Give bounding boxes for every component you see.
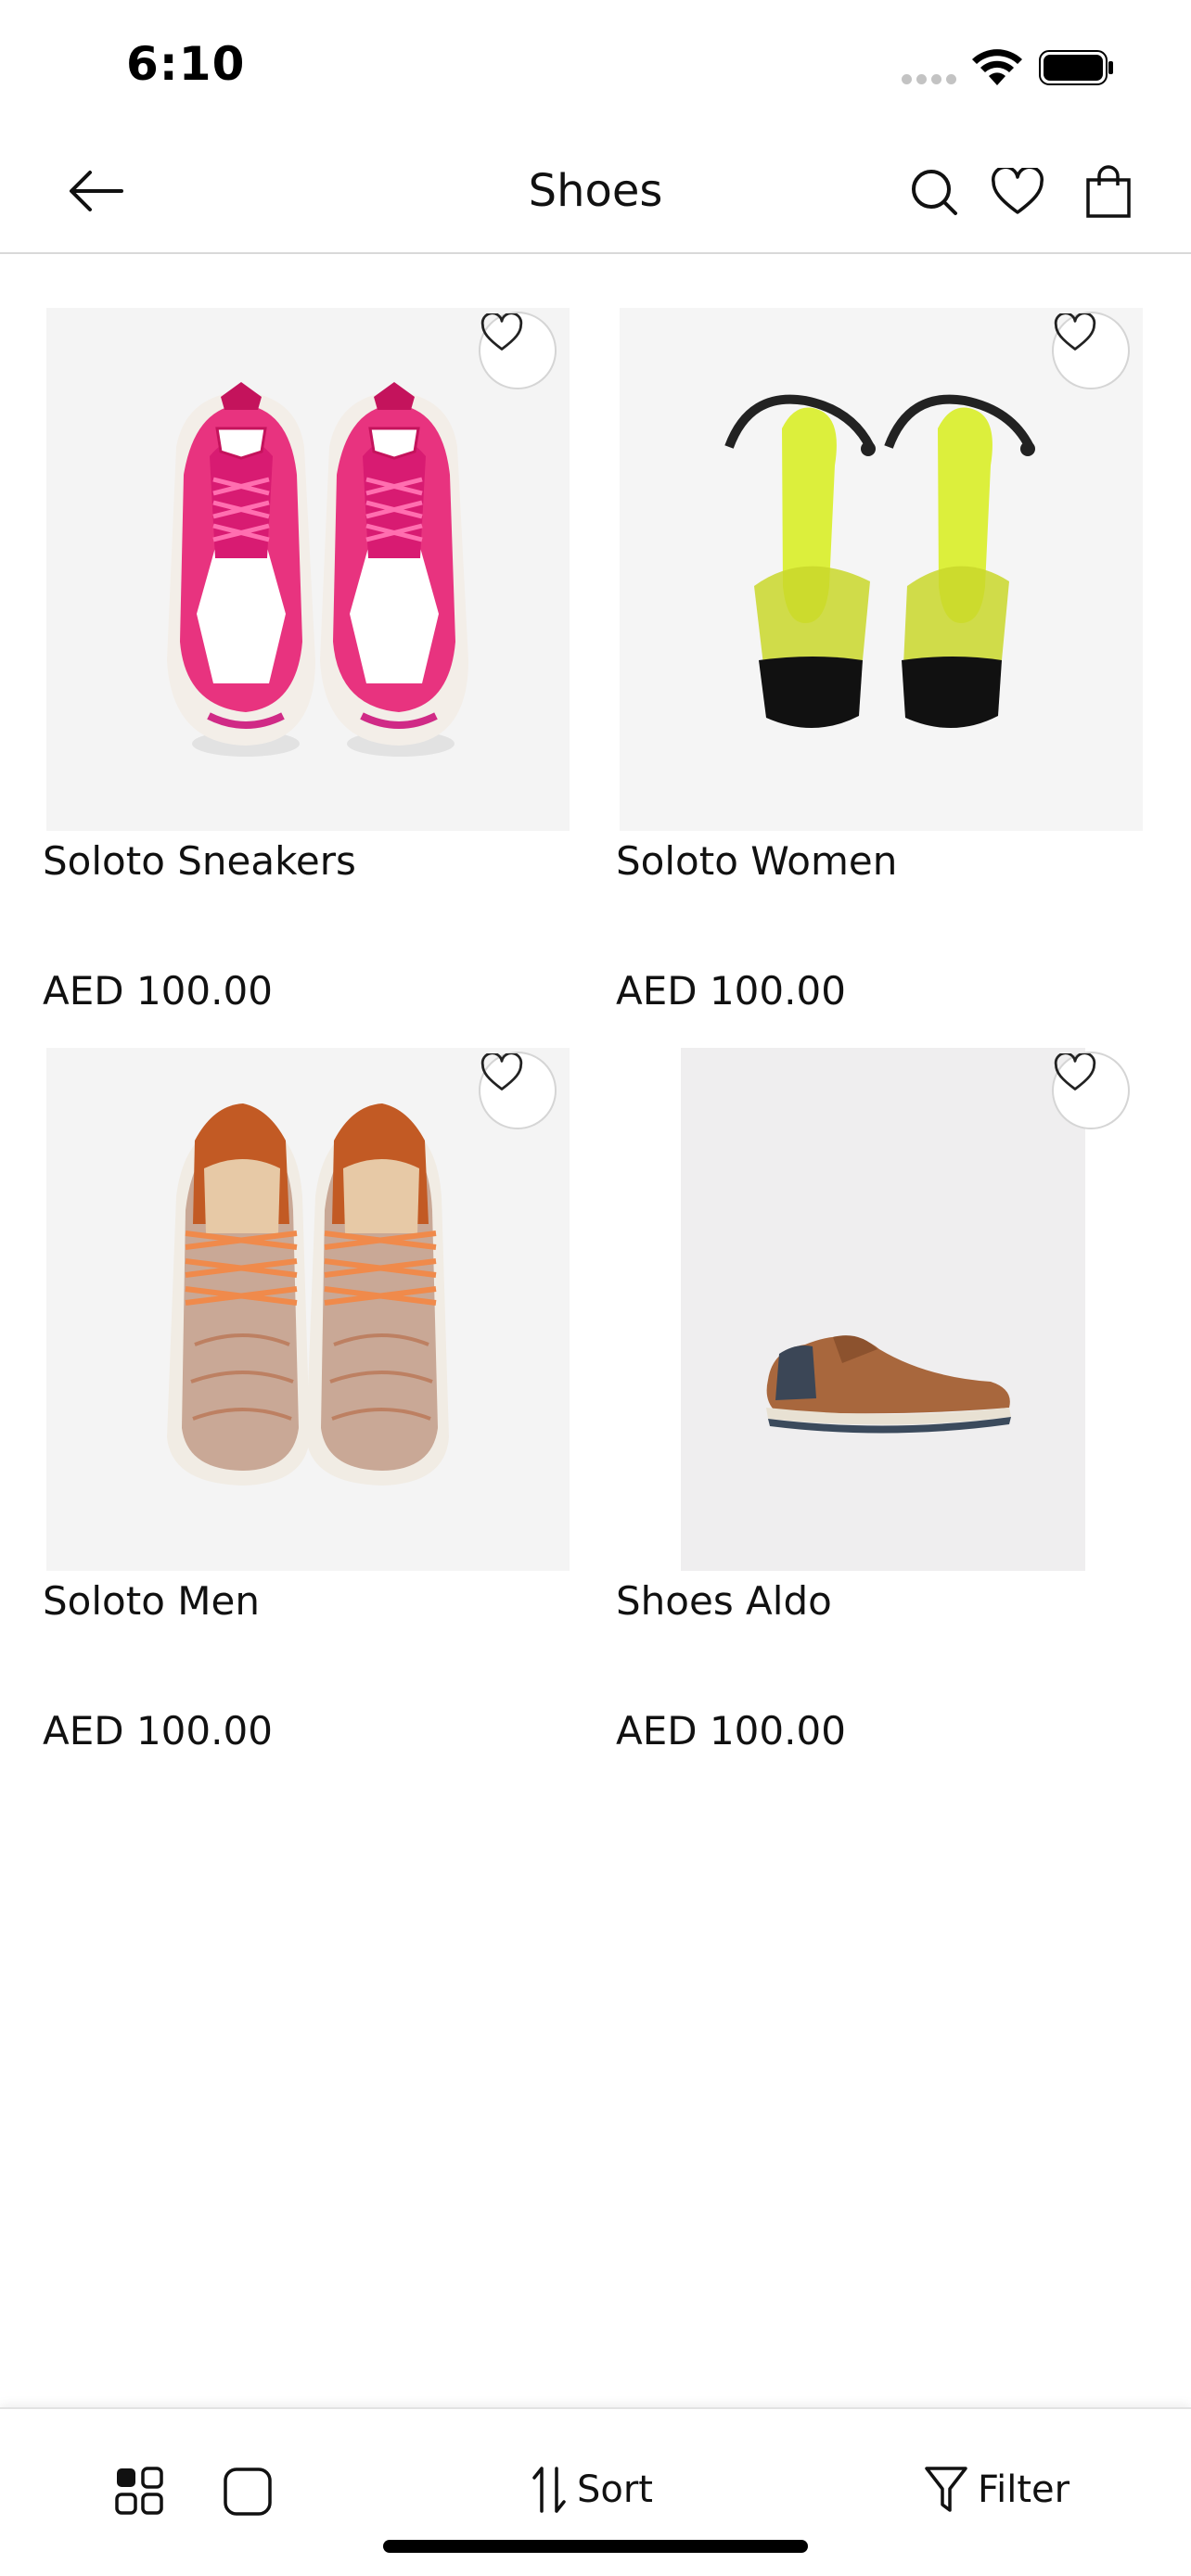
filter-icon bbox=[925, 2467, 967, 2512]
filter-label: Filter bbox=[978, 2468, 1070, 2511]
favorite-button[interactable] bbox=[479, 1052, 557, 1129]
battery-icon bbox=[1039, 50, 1113, 85]
nav-bar: Shoes bbox=[0, 130, 1191, 254]
product-price: AED 100.00 bbox=[616, 1708, 846, 1753]
product-name[interactable]: Soloto Women bbox=[616, 838, 897, 884]
lime-sandals-image bbox=[620, 308, 1143, 831]
single-view-icon bbox=[224, 2468, 272, 2516]
home-indicator[interactable] bbox=[383, 2540, 808, 2553]
status-time: 6:10 bbox=[126, 37, 246, 91]
cellular-signal-icon bbox=[902, 74, 957, 84]
sort-label: Sort bbox=[577, 2468, 653, 2511]
wifi-icon bbox=[972, 49, 1022, 85]
product-price: AED 100.00 bbox=[43, 968, 273, 1014]
heart-icon bbox=[1054, 313, 1096, 351]
filter-button[interactable]: Filter bbox=[924, 2461, 1069, 2519]
favorite-button[interactable] bbox=[1052, 312, 1130, 389]
search-icon bbox=[912, 170, 957, 215]
product-price: AED 100.00 bbox=[43, 1708, 273, 1753]
heart-icon bbox=[1054, 1053, 1096, 1090]
product-name[interactable]: Soloto Men bbox=[43, 1578, 260, 1624]
product-image[interactable] bbox=[46, 1048, 570, 1571]
brown-leather-shoe-image bbox=[620, 1048, 1143, 1571]
pink-sneakers-image bbox=[46, 308, 570, 831]
search-button[interactable] bbox=[902, 159, 967, 224]
shopping-bag-icon bbox=[1086, 165, 1131, 218]
heart-icon bbox=[480, 313, 523, 351]
product-image[interactable] bbox=[620, 308, 1143, 831]
grid-view-button[interactable] bbox=[115, 2467, 165, 2517]
sort-button[interactable]: Sort bbox=[531, 2461, 653, 2519]
orange-knit-sneakers-image bbox=[46, 1048, 570, 1571]
heart-icon bbox=[992, 168, 1044, 214]
product-name[interactable]: Soloto Sneakers bbox=[43, 838, 356, 884]
grid-view-icon bbox=[115, 2467, 163, 2515]
sort-icon bbox=[532, 2467, 566, 2513]
wishlist-button[interactable] bbox=[985, 159, 1050, 224]
favorite-button[interactable] bbox=[479, 312, 557, 389]
product-image[interactable] bbox=[620, 1048, 1143, 1571]
favorite-button[interactable] bbox=[1052, 1052, 1130, 1129]
cart-button[interactable] bbox=[1076, 159, 1141, 224]
product-name[interactable]: Shoes Aldo bbox=[616, 1578, 832, 1624]
single-view-button[interactable] bbox=[223, 2467, 275, 2519]
product-image[interactable] bbox=[46, 308, 570, 831]
product-price: AED 100.00 bbox=[616, 968, 846, 1014]
heart-icon bbox=[480, 1053, 523, 1090]
status-bar: 6:10 bbox=[0, 0, 1191, 130]
